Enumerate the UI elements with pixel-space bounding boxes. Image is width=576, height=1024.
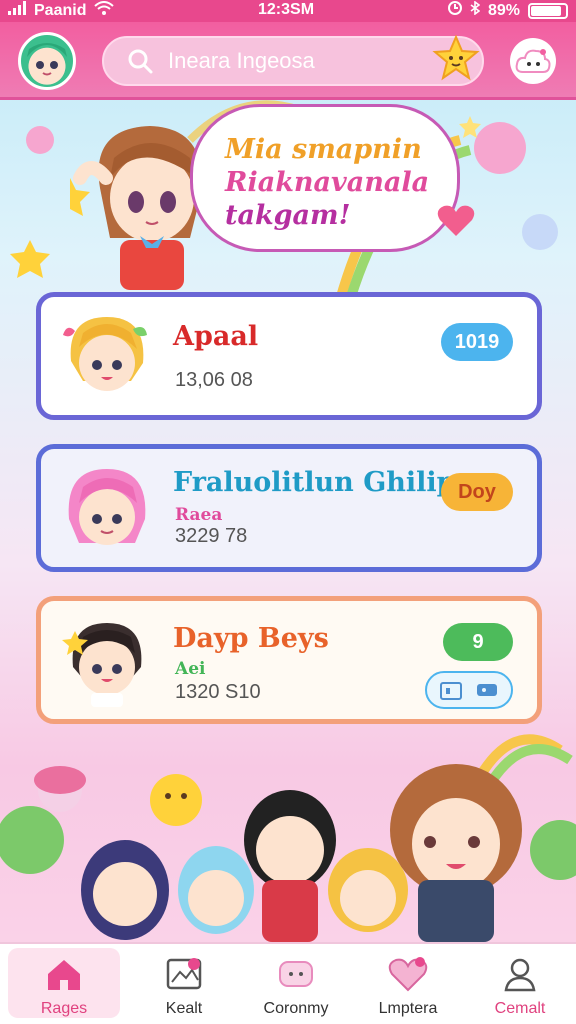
character-avatar-icon <box>68 469 146 545</box>
tab-label: Rages <box>40 1000 88 1017</box>
character-avatar-icon <box>63 317 147 391</box>
alarm-icon <box>447 1 462 20</box>
tab-label: Coronmy <box>263 1000 329 1017</box>
speech-bubble: Mia smapnin Riaknavanala takgam! <box>190 104 460 252</box>
card-meta: 1320 S10 <box>175 681 261 703</box>
bluetooth-icon <box>470 0 481 20</box>
profile-icon[interactable] <box>510 38 556 84</box>
carrier-label: Paanid <box>34 1 87 19</box>
ticket-icon <box>477 684 497 696</box>
heart-icon <box>388 957 428 992</box>
avatar[interactable] <box>18 32 76 90</box>
card-badge[interactable]: Doy <box>441 473 513 511</box>
list-card[interactable]: Dayp Beys Aei 1320 S10 9 <box>36 596 542 724</box>
chat-icon <box>279 961 313 987</box>
list-card[interactable]: Apaal 13,06 08 1019 <box>36 292 542 420</box>
search-input[interactable] <box>168 48 428 74</box>
user-icon <box>504 958 536 992</box>
characters-illustration <box>0 734 576 942</box>
bubble-line-1: Mia smapnin <box>225 134 422 165</box>
bottom-tab-bar: Rages Kealt Coronmy Lmptera Cemalt <box>0 942 576 1024</box>
star-icon[interactable] <box>432 34 480 82</box>
search-icon <box>128 49 153 74</box>
card-meta: 3229 78 <box>175 525 248 547</box>
tab-cemalt[interactable]: Cemalt <box>464 944 576 1024</box>
bubble-line-3: takgam! <box>225 200 351 231</box>
map-icon <box>166 958 202 990</box>
tab-label: Cemalt <box>494 1000 546 1017</box>
cloud-face-icon <box>515 49 551 73</box>
status-right: 89% <box>447 0 568 20</box>
ticket-button[interactable] <box>425 671 513 709</box>
card-subtitle: Aei <box>175 659 206 679</box>
wifi-icon <box>94 1 115 20</box>
card-badge[interactable]: 9 <box>443 623 513 661</box>
clock: 12:3SM <box>258 1 315 18</box>
avatar-face-icon <box>27 43 67 76</box>
search-bar[interactable] <box>102 36 484 86</box>
tab-label: Lmptera <box>378 1000 438 1017</box>
status-left: Paanid <box>8 1 115 20</box>
signal-icon <box>8 1 26 20</box>
status-bar: Paanid 12:3SM 89% <box>0 0 576 22</box>
bubble-line-2: Riaknavanala <box>225 167 430 198</box>
card-title: Fraluolitlun Ghilip <box>173 467 456 498</box>
battery-icon <box>528 2 568 19</box>
heart-icon <box>437 205 475 236</box>
character-avatar-icon <box>62 623 142 707</box>
battery-percent: 89% <box>487 1 520 19</box>
tab-lmptera[interactable]: Lmptera <box>352 944 464 1024</box>
card-title: Apaal <box>173 321 259 352</box>
card-subtitle: Raea <box>175 505 223 525</box>
card-badge[interactable]: 1019 <box>441 323 513 361</box>
card-meta: 13,06 08 <box>175 369 253 391</box>
app-header <box>0 22 576 100</box>
tab-coronmy[interactable]: Coronmy <box>240 944 352 1024</box>
tab-label: Kealt <box>165 1000 203 1017</box>
list-card[interactable]: Fraluolitlun Ghilip Raea 3229 78 Doy <box>36 444 542 572</box>
tab-kealt[interactable]: Kealt <box>128 944 240 1024</box>
home-icon <box>48 960 80 990</box>
calendar-icon <box>440 682 462 700</box>
tab-rages[interactable]: Rages <box>8 948 120 1018</box>
card-title: Dayp Beys <box>173 623 329 654</box>
